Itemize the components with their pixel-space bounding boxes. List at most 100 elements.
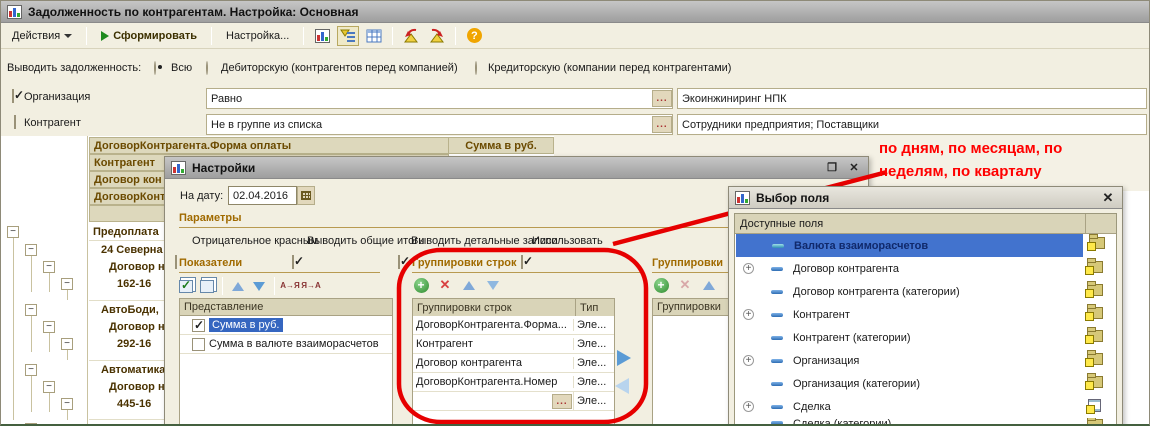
indicator-label[interactable]: Сумма в валюте взаиморасчетов [209,338,379,350]
totals-label[interactable]: Выводить общие итоги [307,235,424,247]
radio-debit[interactable] [206,61,208,75]
row-group-name[interactable]: ДоговорКонтрагента.Форма... [413,319,574,331]
indicator-checkbox[interactable] [192,319,205,332]
negative-red-checkbox[interactable] [175,255,177,269]
row-group-name[interactable]: Договор контрагента [413,357,574,369]
row-group-up-button[interactable] [460,276,478,294]
row-group-picker-button[interactable]: ... [552,394,572,409]
field-item-label[interactable]: Контрагент (категории) [793,332,911,344]
settings-button[interactable]: Настройка... [219,27,296,45]
indicators-col-header[interactable]: Представление [180,299,392,316]
tree-collapse-icon[interactable]: − [61,338,73,350]
tree-collapse-icon[interactable]: − [43,321,55,333]
row-group-row[interactable]: ДоговорКонтрагента.Номер Эле... [413,373,614,392]
organization-condition-field[interactable]: Равно ... [206,88,673,109]
delete-col-group-button[interactable]: ✕ [676,276,694,294]
field-item-label[interactable]: Валюта взаиморасчетов [794,240,928,252]
add-row-group-button[interactable]: + [412,276,430,294]
close-icon[interactable]: ✕ [1100,191,1116,205]
actions-button[interactable]: Действия [5,27,79,45]
organization-condition-picker-button[interactable]: ... [652,90,672,107]
structure-settings-button[interactable] [337,26,359,46]
row-group-name[interactable]: ДоговорКонтрагента.Номер [413,376,574,388]
close-icon[interactable]: ✕ [846,161,862,175]
generate-button[interactable]: Сформировать [94,27,204,45]
expand-icon[interactable]: + [743,355,754,366]
use-props-label[interactable]: Использовать [532,235,603,247]
expand-icon[interactable]: + [743,401,754,412]
uncheck-all-button[interactable] [198,277,216,295]
field-item-label[interactable]: Организация (категории) [793,378,920,390]
sort-desc-button[interactable]: Я→А [302,277,320,295]
move-to-rows-arrow-icon[interactable] [615,378,629,394]
organization-checkbox[interactable] [12,89,14,103]
radio-all-label[interactable]: Всю [171,62,192,74]
radio-credit-label[interactable]: Кредиторскую (компании перед контрагента… [488,62,731,74]
contractor-value-field[interactable]: Сотрудники предприятия; Поставщики [677,114,1147,135]
field-item[interactable]: + Контрагент [735,303,1116,326]
field-item-label[interactable]: Договор контрагента (категории) [793,286,960,298]
help-button[interactable]: ? [463,26,485,46]
indicator-row[interactable]: Сумма в руб. [180,316,392,335]
add-col-group-button[interactable]: + [652,276,670,294]
table-view-button[interactable] [363,26,385,46]
calendar-button[interactable] [297,186,315,205]
contractor-condition-picker-button[interactable]: ... [652,116,672,133]
indicator-row[interactable]: Сумма в валюте взаиморасчетов [180,335,392,354]
contractor-checkbox[interactable] [14,115,16,129]
save-settings-button[interactable] [426,26,448,46]
report-col-header-main[interactable]: ДоговорКонтрагента.Форма оплаты [89,137,449,154]
field-item-label[interactable]: Сделка (категории) [793,418,891,426]
field-item[interactable]: + Сделка [735,395,1116,418]
field-item-label[interactable]: Контрагент [793,309,850,321]
expand-icon[interactable]: + [743,263,754,274]
tree-collapse-icon[interactable]: − [25,304,37,316]
row-group-row[interactable]: Договор контрагента Эле... [413,354,614,373]
field-dialog-titlebar[interactable]: Выбор поля ✕ [729,187,1122,209]
row-group-down-button[interactable] [484,276,502,294]
radio-all[interactable] [154,61,156,75]
field-item[interactable]: Организация (категории) [735,372,1116,395]
row-group-row[interactable]: ДоговорКонтрагента.Форма... Эле... [413,316,614,335]
organization-value-field[interactable]: Экоинжиниринг НПК [677,88,1147,109]
field-item[interactable]: + Организация [735,349,1116,372]
date-input[interactable]: 02.04.2016 [228,186,297,205]
indicator-label[interactable]: Сумма в руб. [209,318,283,332]
indicator-checkbox[interactable] [192,338,205,351]
tree-collapse-icon[interactable]: − [25,244,37,256]
totals-checkbox[interactable] [292,255,294,269]
move-up-button[interactable] [229,277,247,295]
field-item-label[interactable]: Организация [793,355,859,367]
tree-collapse-icon[interactable]: − [7,226,19,238]
settings-dialog-titlebar[interactable]: Настройки ❐ ✕ [165,157,868,179]
row-group-row-new[interactable]: ... Эле... [413,392,614,411]
contractor-condition-field[interactable]: Не в группе из списка ... [206,114,673,135]
details-checkbox[interactable] [398,255,400,269]
row-group-row[interactable]: Контрагент Эле... [413,335,614,354]
field-item-selected[interactable]: Валюта взаиморасчетов [736,234,1083,257]
tree-collapse-icon[interactable]: − [25,364,37,376]
move-down-button[interactable] [250,277,268,295]
maximize-icon[interactable]: ❐ [824,161,840,175]
report-col-header-sum[interactable]: Сумма в руб. [448,137,554,154]
negative-red-label[interactable]: Отрицательное красным [192,235,318,247]
use-props-checkbox[interactable] [521,255,523,269]
radio-debit-label[interactable]: Дебиторскую (контрагентов перед компание… [221,62,458,74]
field-item[interactable]: + Договор контрагента [735,257,1116,280]
col-group-up-button[interactable] [700,276,718,294]
available-fields-header[interactable]: Доступные поля [735,214,1086,233]
row-groups-col-header[interactable]: Группировки строк [413,299,576,316]
radio-credit[interactable] [475,61,477,75]
tree-collapse-icon[interactable]: − [61,278,73,290]
field-item-label[interactable]: Сделка [793,401,831,413]
field-item[interactable]: Сделка (категории) [735,418,1116,426]
chart-report-button[interactable] [311,26,333,46]
row-group-name-empty[interactable]: ... [413,392,574,410]
load-settings-button[interactable] [400,26,422,46]
delete-row-group-button[interactable]: ✕ [436,276,454,294]
check-all-button[interactable] [177,277,195,295]
tree-collapse-icon[interactable]: − [43,261,55,273]
tree-collapse-icon[interactable]: − [61,398,73,410]
row-groups-type-header[interactable]: Тип [576,299,614,316]
field-item[interactable]: Договор контрагента (категории) [735,280,1116,303]
